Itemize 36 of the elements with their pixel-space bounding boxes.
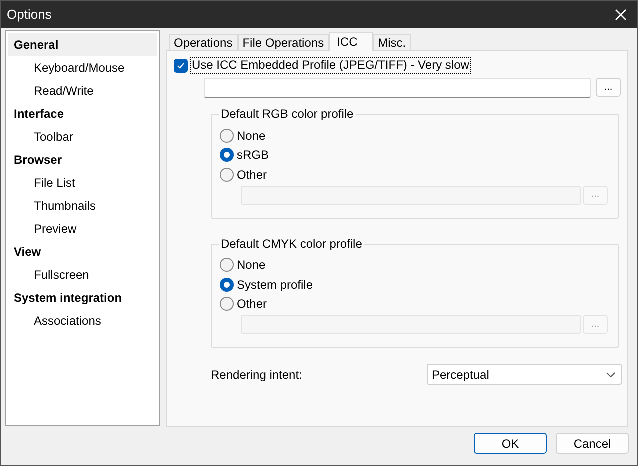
radio-label: sRGB	[237, 147, 270, 164]
radio-label: Other	[237, 296, 268, 314]
dialog-button[interactable]: OK	[474, 433, 547, 454]
sidebar-item[interactable]: Associations	[8, 309, 157, 332]
sidebar-item[interactable]: Keyboard/Mouse	[8, 56, 157, 79]
checkbox-label: Use ICC Embedded Profile (JPEG/TIFF) - Very slow	[190, 57, 472, 74]
sidebar-item[interactable]: Fullscreen	[8, 263, 157, 286]
tab[interactable]: Misc.	[373, 34, 412, 50]
checkbox[interactable]	[174, 58, 188, 72]
sidebar-item[interactable]: Read/Write	[8, 79, 157, 102]
radio-label: None	[237, 128, 266, 145]
profile-path-field[interactable]	[204, 78, 591, 98]
rendering-intent-label: Rendering intent:	[211, 366, 302, 384]
sidebar-item[interactable]: Preview	[8, 217, 157, 240]
sidebar-item[interactable]: System integration	[8, 286, 157, 309]
tab[interactable]: File Operations	[238, 34, 330, 50]
rendering-intent-dropdown[interactable]: Perceptual	[427, 364, 622, 385]
tab[interactable]: Operations	[169, 34, 238, 50]
radio-label: System profile	[237, 276, 314, 294]
sidebar-item[interactable]: View	[8, 240, 157, 263]
chevron-down-icon	[606, 372, 616, 378]
sidebar-item[interactable]: Thumbnails	[8, 194, 157, 217]
sidebar-item[interactable]: Toolbar	[8, 125, 157, 148]
sidebar-item[interactable]: Interface	[8, 102, 157, 125]
browse-button[interactable]: ...	[596, 78, 621, 97]
sidebar-item[interactable]: Browser	[8, 148, 157, 171]
dialog-button[interactable]: Cancel	[556, 433, 629, 454]
sidebar-item[interactable]: File List	[8, 171, 157, 194]
group-title: Default RGB color profile	[219, 106, 356, 122]
close-icon[interactable]	[615, 8, 627, 20]
radio-label: Other	[237, 166, 268, 184]
tab[interactable]: ICC	[329, 32, 374, 51]
radio-label: None	[237, 257, 266, 274]
sidebar-item[interactable]: General	[8, 33, 157, 56]
check-icon	[176, 60, 186, 70]
window-title: Options	[7, 6, 52, 24]
